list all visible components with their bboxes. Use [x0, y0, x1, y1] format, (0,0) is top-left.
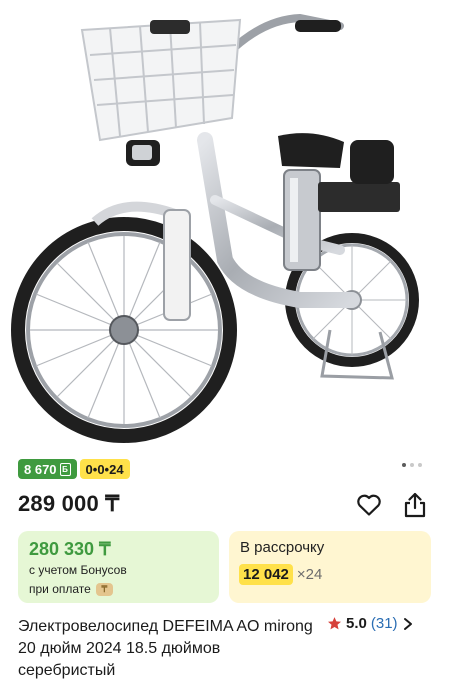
carousel-indicator[interactable]	[402, 463, 422, 467]
bonus-coin-icon: ₸	[95, 582, 113, 596]
installment-card[interactable]: В рассрочку 12 042 ×24	[229, 531, 431, 603]
bonus-note: с учетом Бонусов	[29, 563, 127, 577]
bonus-badge: 8 670 Б	[18, 459, 77, 479]
carousel-dot-3[interactable]	[418, 463, 422, 467]
installment-badge: 0•0•24	[79, 459, 130, 479]
share-button[interactable]	[400, 490, 430, 520]
bonus-price-card[interactable]: 280 330 ₸ с учетом Бонусов при оплате ₸	[18, 531, 219, 603]
review-count[interactable]: (31)	[371, 615, 398, 632]
share-icon	[404, 492, 426, 518]
bonus-currency-icon: Б	[59, 462, 71, 476]
electric-bike-illustration	[11, 13, 419, 443]
bonus-price: 280 330 ₸	[29, 539, 111, 559]
promo-badges: 8 670 Б 0•0•24	[18, 459, 130, 479]
star-icon	[328, 617, 341, 630]
favorite-button[interactable]	[354, 490, 384, 520]
installment-terms: 12 042 ×24	[239, 564, 322, 585]
bonus-badge-value: 8 670	[24, 461, 57, 477]
installment-amount: 12 042	[239, 564, 293, 585]
bonus-payment-note: при оплате ₸	[29, 582, 113, 596]
product-price: 289 000 ₸	[18, 491, 120, 516]
rating-link[interactable]: 5.0 (31)	[327, 615, 414, 632]
carousel-dot-2[interactable]	[410, 463, 414, 467]
product-title: Электровелосипед DEFEIMA AO mirong 20 дю…	[18, 618, 313, 679]
installment-months: ×24	[296, 566, 323, 583]
product-image[interactable]	[0, 0, 450, 452]
carousel-dot-1[interactable]	[402, 463, 406, 467]
chevron-right-icon	[403, 617, 412, 630]
installment-label: В рассрочку	[240, 539, 325, 556]
bonus-payment-label: при оплате	[29, 582, 91, 596]
rating-value: 5.0	[346, 615, 367, 632]
favorite-heart-icon	[357, 494, 381, 516]
